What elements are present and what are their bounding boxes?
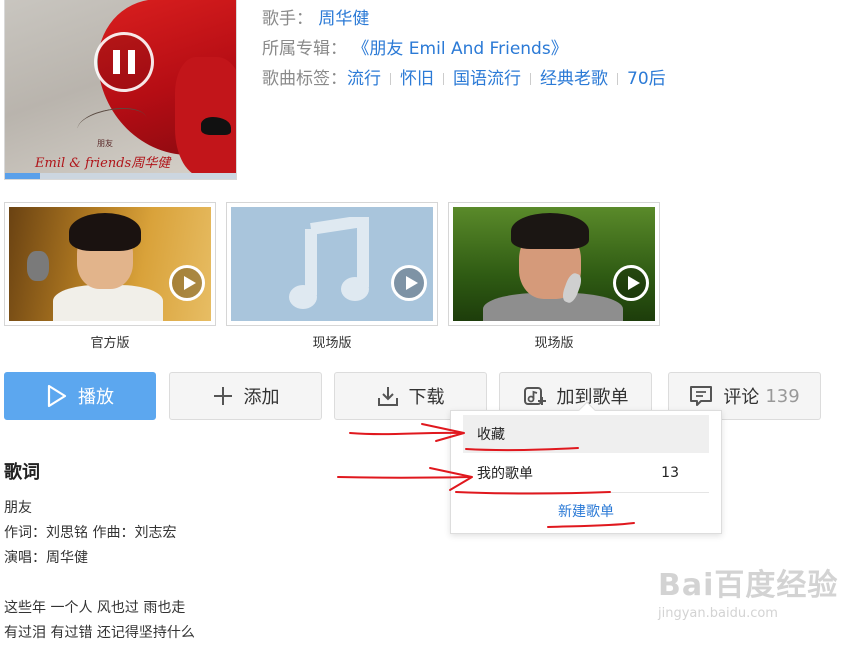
singer-key: 歌手： [262,9,313,29]
pause-icon-bar [128,50,135,74]
video-thumbnail-frame [448,202,660,326]
singer-hair-image [511,213,589,249]
add-to-playlist-dropdown: 收藏 我的歌单 13 新建歌单 [450,401,722,534]
singer-body-image [53,285,163,321]
annotation-arrow [349,431,463,436]
album-row: 所属专辑： 《朋友 Emil And Friends》 [262,34,666,64]
video-list: 官方版 现场版 现场版 [4,202,660,351]
video-thumbnail-frame [226,202,438,326]
playback-progress-fill [5,173,40,179]
lyrics-line-blank [4,571,195,596]
plus-icon [213,387,232,405]
video-thumbnail [453,207,655,321]
comment-icon [690,386,713,406]
pause-icon [113,50,120,74]
pause-button[interactable] [94,32,154,92]
singer-hair-image [69,213,141,251]
watermark-url: jingyan.baidu.com [658,606,778,621]
video-label: 官方版 [90,336,130,351]
download-icon [377,387,398,406]
menu-item-favorites[interactable]: 收藏 [463,415,709,453]
menu-item-favorites-label: 收藏 [477,427,505,443]
video-thumbnail [9,207,211,321]
song-page: 朋友 Emil & friends周华健 歌手： 周华健 所属专辑： 《朋友 E… [0,0,858,647]
comment-count: 139 [765,385,800,407]
video-play-icon[interactable] [613,265,649,301]
watermark-logo: Bai百度经验 [658,568,839,603]
tag-separator [530,73,531,85]
add-button[interactable]: 添加 [169,372,322,420]
video-label: 现场版 [312,336,352,351]
tag-separator [617,73,618,85]
dropdown-divider [463,492,709,493]
tag-link[interactable]: 经典老歌 [540,69,608,89]
cover-caption: Emil & friends周华健 [35,156,171,171]
create-playlist-link[interactable]: 新建歌单 [451,501,721,521]
download-button-label: 下载 [408,387,445,408]
lyrics-line: 朋友 [4,500,32,516]
playback-progress[interactable] [5,173,236,179]
video-play-icon[interactable] [169,265,205,301]
video-card-official[interactable]: 官方版 [4,202,216,351]
cover-small-text: 朋友 [97,139,113,148]
lyrics-line: 作词：刘思铭 作曲：刘志宏 [4,525,177,541]
album-cover[interactable]: 朋友 Emil & friends周华健 [4,0,237,180]
tags-key: 歌曲标签： [262,69,347,89]
baidu-jingyan-watermark: Bai百度经验 jingyan.baidu.com [658,560,838,621]
video-card-live-2[interactable]: 现场版 [448,202,660,351]
singer-row: 歌手： 周华健 [262,4,666,34]
playlist-add-icon [523,387,546,405]
song-info: 歌手： 周华健 所属专辑： 《朋友 Emil And Friends》 歌曲标签… [262,4,666,94]
video-label: 现场版 [534,336,574,351]
tag-link[interactable]: 国语流行 [453,69,521,89]
play-button-label: 播放 [78,387,114,408]
lyrics-line: 这些年 一个人 风也过 雨也走 [4,600,186,616]
tag-separator [443,73,444,85]
album-link[interactable]: 《朋友 Emil And Friends》 [352,39,567,59]
singer-link[interactable]: 周华健 [318,9,369,29]
add-to-playlist-label: 加到歌单 [556,387,629,408]
play-button[interactable]: 播放 [4,372,156,420]
microphone-image [27,251,49,281]
tag-link[interactable]: 怀旧 [400,69,434,89]
comment-button-label: 评论 [723,387,760,408]
menu-item-my-playlists-label: 我的歌单 [477,466,533,482]
tag-link[interactable]: 70后 [627,69,666,89]
lyrics-line: 演唱：周华健 [4,550,88,566]
lyrics-line: 有过泪 有过错 还记得坚持什么 [4,625,195,641]
my-playlists-count: 13 [661,465,679,481]
video-card-live-1[interactable]: 现场版 [226,202,438,351]
menu-item-my-playlists[interactable]: 我的歌单 13 [463,454,709,492]
album-key: 所属专辑： [262,39,347,59]
lyrics-body: 朋友 作词：刘思铭 作曲：刘志宏 演唱：周华健 这些年 一个人 风也过 雨也走 … [4,496,195,646]
cover-art-shoe [201,117,231,135]
tag-link[interactable]: 流行 [347,69,381,89]
tag-separator [390,73,391,85]
music-note-icon [289,217,369,309]
add-button-label: 添加 [243,387,280,408]
tags-row: 歌曲标签：流行 怀旧 国语流行 经典老歌 70后 [262,64,666,94]
video-thumbnail-placeholder [231,207,433,321]
video-play-icon[interactable] [391,265,427,301]
play-icon [47,384,67,408]
video-thumbnail-frame [4,202,216,326]
lyrics-heading: 歌词 [4,462,40,483]
